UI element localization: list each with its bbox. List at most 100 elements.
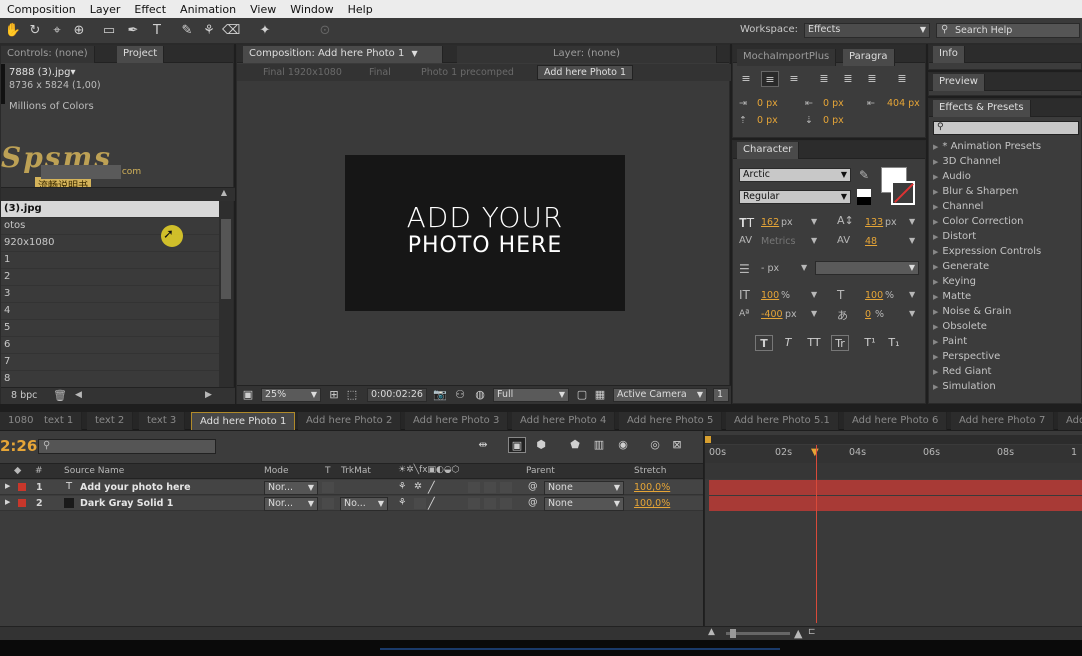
layer-duration-bar[interactable]: [709, 480, 1082, 495]
graph-editor-icon[interactable]: ◎: [646, 437, 664, 453]
frame-blend-switch[interactable]: [484, 498, 496, 509]
pan-behind-icon[interactable]: ⊕: [70, 22, 88, 40]
crumb-final[interactable]: Final: [369, 67, 391, 78]
snapshot-icon[interactable]: 📷: [431, 387, 449, 403]
tab-layer[interactable]: Layer: (none): [457, 46, 717, 63]
timeline-tab[interactable]: Add here Photo 5: [619, 412, 723, 430]
motion-blur-switch[interactable]: [500, 498, 512, 509]
pickwhip-icon[interactable]: @: [528, 497, 538, 508]
crumb-current[interactable]: Add here Photo 1: [537, 65, 634, 80]
time-graph[interactable]: 00s 02s 04s 06s 08s 1 ▼: [704, 431, 1082, 626]
blend-mode-select[interactable]: Nor... ▼: [264, 481, 318, 495]
views-select[interactable]: 1: [713, 388, 729, 402]
chevron-down-icon[interactable]: ▼: [811, 290, 817, 299]
list-item[interactable]: 1: [1, 252, 219, 269]
list-item[interactable]: 5: [1, 320, 219, 337]
resolution-select[interactable]: Full ▼: [493, 388, 569, 402]
effect-category[interactable]: ▶ Paint: [933, 336, 967, 347]
menu-effect[interactable]: Effect: [127, 3, 173, 16]
tsume-value[interactable]: 0: [865, 309, 871, 320]
shy-switch-icon[interactable]: ⚘: [398, 481, 407, 492]
effect-category[interactable]: ▶ Noise & Grain: [933, 306, 1011, 317]
hand-icon[interactable]: ✋: [4, 22, 22, 40]
tab-composition[interactable]: Composition: Add here Photo 1 ▼: [243, 46, 443, 63]
zoom-slider-thumb[interactable]: [730, 629, 736, 638]
camera-orbit-icon[interactable]: ⌖: [48, 22, 66, 40]
kerning-value[interactable]: Metrics: [761, 236, 795, 247]
justify-left-icon[interactable]: ≣: [815, 71, 833, 87]
pen-tool-icon[interactable]: ✒: [124, 22, 142, 40]
list-item[interactable]: 3: [1, 286, 219, 303]
crumb-final-1080[interactable]: Final 1920x1080: [263, 67, 342, 78]
effect-category[interactable]: ▶ Matte: [933, 291, 971, 302]
chevron-down-icon[interactable]: ▼: [801, 263, 807, 272]
effect-category[interactable]: ▶ Distort: [933, 231, 976, 242]
playhead-marker-icon[interactable]: ▼: [811, 447, 819, 458]
timeline-tab[interactable]: text 3: [139, 412, 186, 430]
justify-center-icon[interactable]: ≣: [839, 71, 857, 87]
chevron-down-icon[interactable]: ▼: [811, 309, 817, 318]
layer-duration-bar[interactable]: [709, 496, 1082, 511]
scroll-end-icon[interactable]: ⊏: [808, 627, 816, 637]
black-swatch[interactable]: [857, 197, 871, 205]
parent-select[interactable]: None ▼: [544, 497, 624, 511]
tracking-value[interactable]: 48: [865, 236, 877, 247]
preserve-transparency-toggle[interactable]: [322, 498, 334, 509]
list-item[interactable]: 2: [1, 269, 219, 286]
indent-first-value[interactable]: 0 px: [823, 98, 844, 109]
workspace-select[interactable]: Effects ▼: [804, 23, 930, 38]
timeline-tab[interactable]: text 1: [36, 412, 83, 430]
zoom-select[interactable]: 25% ▼: [261, 388, 321, 402]
current-time-display[interactable]: 0:00:02:26: [367, 388, 427, 402]
current-time[interactable]: 2:26: [0, 437, 37, 455]
work-area-start[interactable]: [705, 436, 711, 443]
color-channels-icon[interactable]: ◍: [471, 387, 489, 403]
zoom-out-icon[interactable]: ▲: [708, 627, 715, 637]
preserve-transparency-toggle[interactable]: [322, 482, 334, 493]
indent-right-value[interactable]: 404 px: [887, 98, 920, 109]
list-item[interactable]: 4: [1, 303, 219, 320]
search-help-field[interactable]: ⚲ Search Help: [936, 23, 1080, 38]
small-caps-button[interactable]: Tr: [831, 335, 849, 351]
effects-search-input[interactable]: ⚲: [933, 121, 1079, 135]
menu-help[interactable]: Help: [341, 3, 380, 16]
chevron-down-icon[interactable]: ▼: [412, 49, 418, 58]
all-caps-button[interactable]: TT: [805, 335, 823, 351]
rotate-icon[interactable]: ↻: [26, 22, 44, 40]
list-item[interactable]: 8: [1, 371, 219, 388]
file-name[interactable]: 7888 (3).jpg▾: [9, 67, 75, 78]
chevron-down-icon[interactable]: ▼: [811, 217, 817, 226]
scroll-left-icon[interactable]: ◀: [75, 390, 82, 400]
effect-category[interactable]: ▶ Audio: [933, 171, 971, 182]
font-size-value[interactable]: 162: [761, 217, 779, 228]
project-search-field[interactable]: [41, 165, 121, 179]
clone-stamp-icon[interactable]: ⚘: [200, 22, 218, 40]
effect-category[interactable]: ▶ Blur & Sharpen: [933, 186, 1018, 197]
tab-character[interactable]: Character: [737, 142, 800, 159]
list-item[interactable]: 920x1080: [1, 235, 219, 252]
baseline-shift-value[interactable]: -400: [761, 309, 783, 320]
zoom-in-icon[interactable]: ▲: [794, 627, 802, 640]
tab-effect-controls[interactable]: Controls: (none): [1, 46, 95, 63]
effect-category[interactable]: ▶ Channel: [933, 201, 983, 212]
timeline-tab[interactable]: Add here Photo 3: [405, 412, 509, 430]
superscript-button[interactable]: T¹: [861, 335, 879, 351]
chevron-down-icon[interactable]: ▼: [909, 290, 915, 299]
effect-category[interactable]: ▶ * Animation Presets: [933, 141, 1041, 152]
effect-category[interactable]: ▶ Obsolete: [933, 321, 987, 332]
scroll-thumb[interactable]: [221, 219, 231, 299]
timeline-tab[interactable]: Add here Photo 5.1: [726, 412, 839, 430]
menu-layer[interactable]: Layer: [83, 3, 128, 16]
frame-blending-icon[interactable]: ▥: [590, 437, 608, 453]
indent-left-value[interactable]: 0 px: [757, 98, 778, 109]
white-swatch[interactable]: [857, 189, 871, 197]
justify-right-icon[interactable]: ≣: [863, 71, 881, 87]
scroll-right-icon[interactable]: ▶: [205, 390, 212, 400]
effect-category[interactable]: ▶ Simulation: [933, 381, 996, 392]
layer-row[interactable]: ▶ 2 Dark Gray Solid 1 Nor... ▼ No... ▼ ⚘ ╱…: [0, 496, 703, 511]
space-before-value[interactable]: 0 px: [757, 115, 778, 126]
timeline-tab[interactable]: Add here Photo 6: [844, 412, 948, 430]
font-style-select[interactable]: Regular ▼: [739, 190, 851, 204]
expand-triangle-icon[interactable]: ▶: [5, 482, 10, 490]
effect-category[interactable]: ▶ Red Giant: [933, 366, 991, 377]
